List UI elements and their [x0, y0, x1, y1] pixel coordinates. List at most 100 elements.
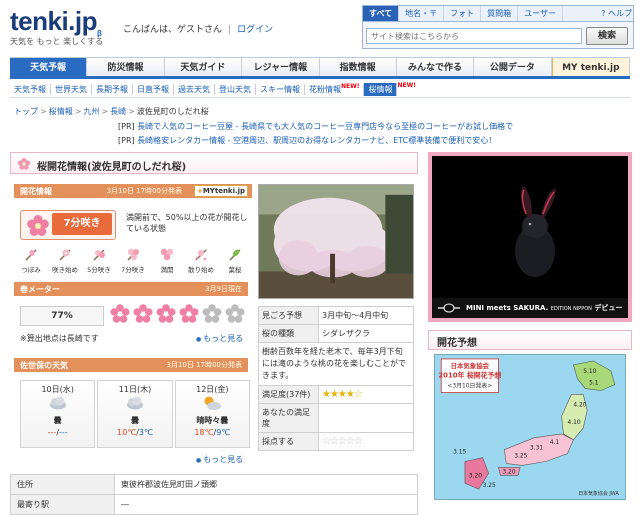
mini-ad-banner[interactable]	[428, 152, 632, 322]
bloom-description: 満開前で、50%以上の花が開花している状態	[126, 213, 248, 233]
calc-location-note: ※算出地点は長崎です	[20, 334, 99, 343]
meter-flower-on-icon	[179, 304, 199, 323]
nav-open-data[interactable]: 公開データ	[474, 58, 552, 76]
sakura-title-text: 桜開花情報(波佐見町のしだれ桜)	[37, 162, 187, 173]
table-row: 最寄り駅 ―	[10, 494, 418, 515]
table-row: 住所 東彼杵郡波佐見町田ノ頭郷	[10, 474, 418, 495]
subnav-sakura[interactable]: 桜情報	[364, 83, 398, 96]
spring-meter-flowers	[110, 304, 245, 324]
subnav-ski[interactable]: スキー情報	[256, 84, 305, 95]
nav-forecast[interactable]: 天気予報	[10, 58, 88, 76]
crumb-sep: >	[101, 107, 109, 116]
site-tagline: 天気を もっと 楽しくする	[10, 37, 104, 46]
weather-header: 佐世保の天気 3月10日 17時00分発表	[14, 358, 248, 372]
table-row: 樹齢百数年を経た老木で、毎年3月下旬には滝のような桃の花を楽しむことができます。	[258, 342, 414, 386]
address-table: 住所 東彼杵郡波佐見町田ノ頭郷 最寄り駅 ―	[10, 474, 418, 515]
spring-meter-header: 春メーター 3月9日現在	[14, 282, 248, 296]
address-key: 最寄り駅	[10, 494, 115, 515]
map-date-label: 4.1	[550, 440, 560, 446]
nav-leisure[interactable]: レジャー情報	[242, 58, 320, 76]
nav-my-tenki[interactable]: MY tenki.jp	[551, 58, 630, 76]
ad-caption[interactable]: MINI meets SAKURA. EDITION NIPPON デビュー	[432, 298, 628, 318]
bloom-stages: つぼみ 咲き始め 5分咲き 7分咲き 満開 散り始め 葉桜	[18, 246, 248, 274]
nav-index[interactable]: 指数情報	[320, 58, 397, 76]
star-rating: ★★★★☆	[322, 389, 363, 400]
pr-ad-link[interactable]: 長崎格安レンタカー情報 - 空港周辺、駅周辺のお得なレンタカーナビ、ETC標準装…	[137, 136, 496, 145]
sakura-photo[interactable]	[258, 184, 414, 299]
table-row: 採点する ☆☆☆☆☆	[258, 432, 414, 451]
site-logo[interactable]: tenki.jpβ	[10, 6, 102, 38]
crumb-sep: >	[128, 107, 135, 116]
subnav-daily[interactable]: 日直予報	[133, 84, 174, 95]
nav-community[interactable]: みんなで作る	[397, 58, 475, 76]
nav-disaster[interactable]: 防災情報	[87, 58, 165, 76]
ad-suffix: デビュー	[594, 304, 623, 312]
map-date-label: 3.31	[530, 446, 543, 452]
bloom-forecast-map[interactable]: 日本気象協会 2010年 桜開花予想 <3月10日発表> 5.10 5.1 4.…	[434, 354, 626, 500]
stage-falling: 散り始め	[188, 246, 214, 274]
day-weather: 曇	[53, 416, 62, 425]
crumb-sakura[interactable]: 桜情報	[49, 107, 73, 116]
subnav-mountain[interactable]: 登山天気	[215, 84, 256, 95]
weather-day: 12日(金) 晴時々曇 18℃/9℃	[174, 380, 250, 448]
sakura-icon	[18, 157, 30, 170]
search-tab-all[interactable]: すべて	[363, 6, 400, 21]
greeting-text: こんばんは、ゲストさん	[123, 25, 223, 35]
day-date: 12日(金)	[196, 385, 229, 394]
map-date-label: 4.20	[573, 402, 586, 408]
map-date-label: 5.10	[583, 369, 596, 375]
add-my-tenki-button[interactable]: +MYtenki.jp	[194, 185, 248, 197]
login-link[interactable]: ログイン	[237, 25, 273, 35]
day-weather: 晴時々曇	[196, 416, 229, 425]
nav-guide[interactable]: 天気ガイド	[165, 58, 243, 76]
crumb-top[interactable]: トップ	[14, 107, 38, 116]
weather-date: 3月10日 17時00分発表	[166, 361, 242, 369]
subnav-past[interactable]: 過去天気	[174, 84, 215, 95]
more-link[interactable]: もっと見る	[196, 333, 243, 344]
pr-ad-link[interactable]: 長崎で人気のコーヒー豆屋 - 長崎県でも大人気のコーヒー豆専門店今なら至極のコー…	[137, 122, 513, 131]
search-tab-place[interactable]: 地名・〒	[399, 6, 445, 21]
search-button[interactable]: 検索	[586, 27, 628, 45]
search-tab-user[interactable]: ユーザー	[518, 6, 563, 21]
address-value: ―	[114, 494, 418, 515]
more-link[interactable]: もっと見る	[196, 454, 243, 465]
main-nav: 天気予報 防災情報 天気ガイド レジャー情報 指数情報 みんなで作る 公開データ…	[10, 57, 630, 79]
sun-cloud-icon	[204, 396, 222, 410]
crumb-sep: >	[40, 107, 47, 116]
search-input[interactable]	[366, 28, 582, 44]
rate-stars[interactable]: ☆☆☆☆☆	[318, 432, 414, 451]
map-date-label: 3.15	[453, 450, 466, 456]
day-date: 10日(水)	[41, 385, 74, 394]
bloom-info-title: 開花情報	[20, 187, 52, 196]
full-bloom-icon	[160, 248, 174, 261]
subnav-pollen[interactable]: 花粉情報NEW!	[305, 83, 365, 96]
sakura-info-table: 見ごろ予想 3月中旬～4月中旬 桜の種類 シダレザクラ 樹齢百数年を経た老木で、毎年…	[258, 306, 414, 451]
cloud-icon	[49, 396, 66, 410]
stage-half: 5分咲き	[86, 246, 112, 274]
sakura-description: 樹齢百数年を経た老木で、毎年3月下旬には滝のような桃の花を楽しむことができます。	[258, 342, 414, 386]
sub-nav: 天気予報 世界天気 長期予報 日直予報 過去天気 登山天気 スキー情報 花粉情報…	[10, 82, 630, 98]
table-row: 見ごろ予想 3月中旬～4月中旬	[258, 306, 414, 325]
map-date: <3月10日発表>	[447, 382, 492, 390]
subnav-world[interactable]: 世界天気	[51, 84, 92, 95]
map-date-label: 3.20	[469, 473, 482, 479]
sakura-section-title: 桜開花情報(波佐見町のしだれ桜)	[10, 152, 418, 174]
rate-star-input[interactable]: ☆☆☆☆☆	[322, 436, 363, 447]
day-temp: ---/---	[47, 428, 68, 437]
address-key: 住所	[10, 474, 115, 495]
map-credit: 日本気象協会 JWA	[578, 490, 619, 497]
search-tab-qa[interactable]: 質問箱	[481, 6, 519, 21]
sakura-bloom-icon	[27, 215, 49, 236]
meter-flower-off-icon	[225, 304, 245, 323]
subnav-long-term[interactable]: 長期予報	[92, 84, 133, 95]
crumb-nagasaki[interactable]: 長崎	[110, 107, 126, 116]
subnav-forecast[interactable]: 天気予報	[10, 84, 51, 95]
map-date-label: 3.20	[502, 469, 515, 475]
day-temp: 18℃/9℃	[194, 428, 231, 437]
bloom-forecast-title: 開花予想	[428, 330, 632, 350]
crumb-kyushu[interactable]: 九州	[83, 107, 99, 116]
help-link[interactable]: ? ヘルプ	[601, 8, 632, 19]
falling-bloom-icon	[195, 249, 207, 261]
search-tab-photo[interactable]: フォト	[444, 6, 482, 21]
table-row: 桜の種類 シダレザクラ	[258, 324, 414, 343]
